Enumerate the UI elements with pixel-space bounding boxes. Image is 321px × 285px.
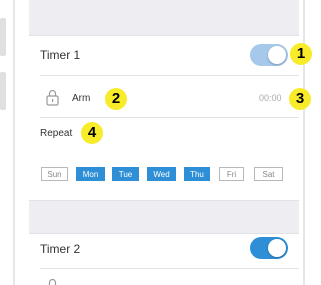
phone-frame-left <box>0 0 25 285</box>
timer-2-label: Timer 2 <box>40 242 81 256</box>
day-mon-button[interactable]: Mon <box>76 167 105 181</box>
arm-label: Arm <box>72 93 91 104</box>
day-sun-button[interactable]: Sun <box>41 167 68 181</box>
divider <box>40 75 299 76</box>
arm-time[interactable]: 00:00 <box>259 93 282 103</box>
day-wed-button[interactable]: Wed <box>147 167 176 181</box>
app-screen: Timer 1 Arm 00:00 Repeat Sun Mon Tue Wed… <box>29 0 299 285</box>
callout-badge: 4 <box>81 122 103 144</box>
timer-1-toggle[interactable] <box>250 44 288 66</box>
day-fri-button[interactable]: Fri <box>219 167 244 181</box>
day-thu-button[interactable]: Thu <box>184 167 210 181</box>
divider <box>40 117 299 118</box>
toggle-knob <box>268 239 286 257</box>
phone-side-button-1 <box>0 18 6 56</box>
callout-badge: 3 <box>289 88 311 110</box>
section-gap <box>29 0 299 35</box>
divider <box>29 35 299 36</box>
section-gap <box>29 201 299 233</box>
lock-icon <box>46 89 59 106</box>
timer-2-toggle[interactable] <box>250 237 288 259</box>
phone-edge <box>13 0 15 285</box>
callout-badge: 1 <box>290 43 312 65</box>
repeat-label: Repeat <box>40 128 73 139</box>
phone-side-button-2 <box>0 72 6 110</box>
divider <box>40 268 299 269</box>
day-sat-button[interactable]: Sat <box>254 167 283 181</box>
lock-icon <box>48 278 57 285</box>
day-tue-button[interactable]: Tue <box>112 167 139 181</box>
toggle-knob <box>268 46 286 64</box>
divider <box>29 233 299 234</box>
timer-1-label: Timer 1 <box>40 48 81 62</box>
callout-badge: 2 <box>105 88 127 110</box>
